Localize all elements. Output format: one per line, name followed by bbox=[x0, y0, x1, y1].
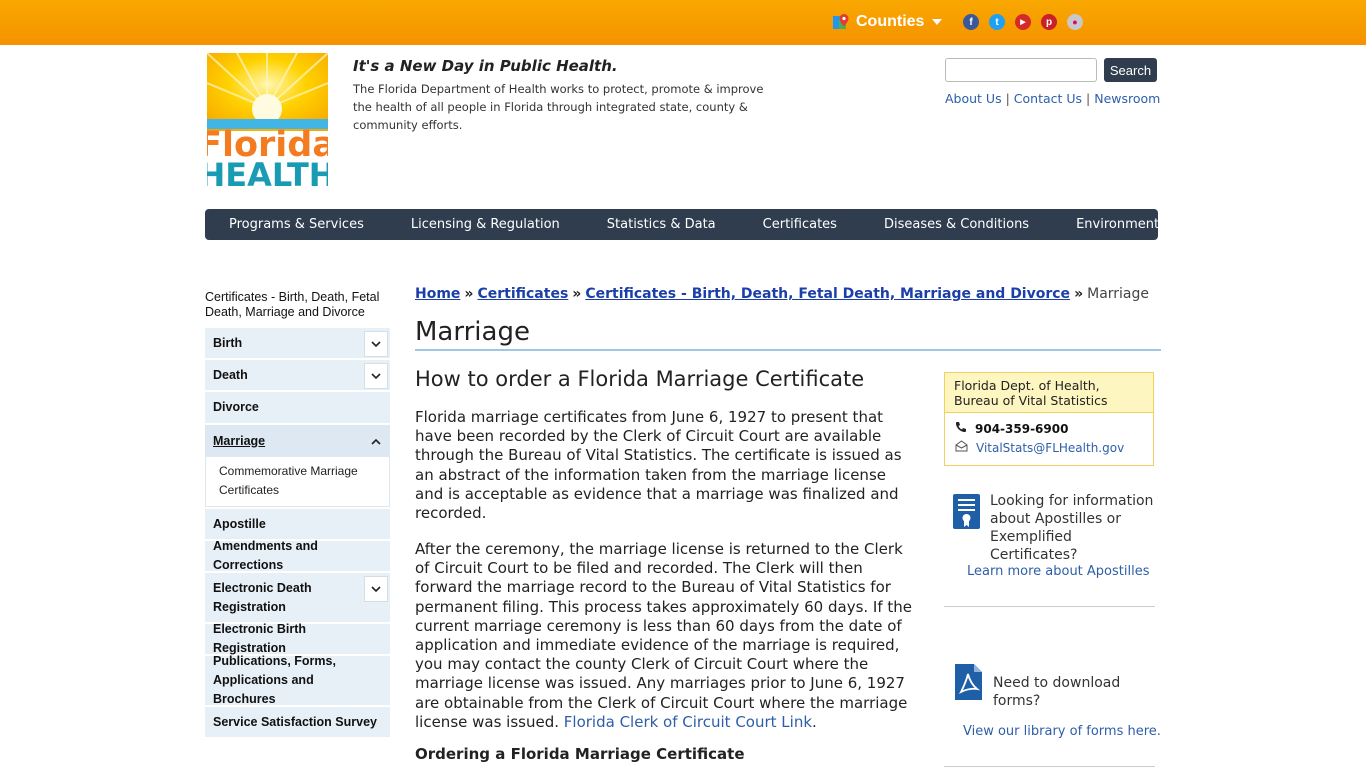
youtube-icon[interactable]: ▶ bbox=[1015, 14, 1031, 30]
utility-links: About Us | Contact Us | Newsroom bbox=[945, 91, 1161, 106]
sidebar-item-label: Birth bbox=[213, 335, 243, 350]
breadcrumb: Home» Certificates» Certificates - Birth, … bbox=[415, 286, 1149, 302]
contact-box: Florida Dept. of Health, Bureau of Vital… bbox=[944, 372, 1154, 466]
nav-programs-services[interactable]: Programs & Services bbox=[205, 217, 387, 232]
mail-icon bbox=[955, 440, 968, 455]
sidebar-item-marriage[interactable]: Marriage bbox=[205, 425, 390, 457]
nav-statistics-data[interactable]: Statistics & Data bbox=[583, 217, 739, 232]
flickr-icon[interactable]: ● bbox=[1067, 14, 1083, 30]
forms-promo-text: Need to download forms? bbox=[993, 675, 1121, 709]
ordering-heading: Ordering a Florida Marriage Certificate bbox=[415, 745, 745, 763]
forms-library-link[interactable]: View our library of forms here. bbox=[963, 724, 1161, 739]
intro-paragraph: Florida marriage certificates from June … bbox=[415, 408, 902, 523]
contact-email: VitalStats@FLHealth.gov bbox=[955, 440, 1124, 455]
newsroom-link[interactable]: Newsroom bbox=[1094, 91, 1160, 106]
counties-dropdown[interactable]: Counties bbox=[832, 11, 943, 33]
contact-phone: 904-359-6900 bbox=[955, 421, 1068, 436]
section-heading: How to order a Florida Marriage Certific… bbox=[415, 367, 865, 391]
facebook-icon[interactable]: f bbox=[963, 14, 979, 30]
sidebar-item-electronic-death[interactable]: Electronic Death Registration bbox=[205, 573, 390, 624]
pinterest-icon[interactable]: p bbox=[1041, 14, 1057, 30]
process-paragraph: After the ceremony, the marriage license… bbox=[415, 540, 913, 732]
breadcrumb-section[interactable]: Certificates - Birth, Death, Fetal Death… bbox=[585, 286, 1070, 302]
sidebar-item-label: Death bbox=[213, 367, 248, 382]
breadcrumb-separator: » bbox=[1074, 286, 1084, 302]
sidebar-item-label: Marriage bbox=[213, 433, 266, 448]
chevron-up-icon[interactable] bbox=[364, 428, 388, 454]
chevron-down-icon[interactable] bbox=[364, 576, 388, 602]
sidebar-item-death[interactable]: Death bbox=[205, 360, 390, 392]
title-divider bbox=[415, 349, 1161, 351]
nav-environmental-health[interactable]: Environmental Health bbox=[1052, 217, 1240, 232]
map-pin-icon bbox=[832, 13, 850, 31]
sidebar-nav: Birth Death Divorce Marriage Commemorati… bbox=[205, 328, 390, 739]
nav-diseases-conditions[interactable]: Diseases & Conditions bbox=[860, 217, 1052, 232]
sidebar-item-label: Publications, Forms, Applications and Br… bbox=[213, 654, 336, 706]
sidebar-item-label: Apostille bbox=[213, 516, 266, 531]
sidebar-item-survey[interactable]: Service Satisfaction Survey bbox=[205, 707, 390, 739]
process-text-end: . bbox=[812, 712, 817, 731]
breadcrumb-separator: » bbox=[572, 286, 582, 302]
contact-us-link[interactable]: Contact Us bbox=[1014, 91, 1082, 106]
sidebar-title: Certificates - Birth, Death, Fetal Death… bbox=[205, 290, 380, 319]
sidebar-item-label: Divorce bbox=[213, 400, 259, 414]
phone-icon bbox=[955, 421, 967, 436]
chevron-down-icon[interactable] bbox=[364, 363, 388, 389]
search-input[interactable] bbox=[945, 58, 1097, 82]
sidebar-item-divorce[interactable]: Divorce bbox=[205, 392, 390, 425]
breadcrumb-certificates[interactable]: Certificates bbox=[477, 286, 568, 302]
page-title: Marriage bbox=[415, 317, 530, 347]
breadcrumb-separator: » bbox=[464, 286, 474, 302]
pdf-icon bbox=[955, 664, 982, 704]
process-text: After the ceremony, the marriage license… bbox=[415, 540, 913, 731]
counties-label: Counties bbox=[856, 13, 925, 30]
divider bbox=[944, 766, 1155, 767]
search-button[interactable]: Search bbox=[1104, 58, 1157, 82]
chevron-down-icon[interactable] bbox=[364, 331, 388, 357]
sidebar-subitem-commemorative[interactable]: Commemorative Marriage Certificates bbox=[205, 457, 390, 507]
contact-name: Florida Dept. of Health, Bureau of Vital… bbox=[945, 373, 1153, 413]
sidebar-item-label: Electronic Death Registration bbox=[213, 580, 312, 614]
sidebar-item-publications[interactable]: Publications, Forms, Applications and Br… bbox=[205, 654, 390, 707]
top-bar: Counties f t ▶ p ● bbox=[0, 0, 1366, 45]
clerk-circuit-court-link[interactable]: Florida Clerk of Circuit Court Link bbox=[564, 713, 812, 731]
email-link[interactable]: VitalStats@FLHealth.gov bbox=[976, 441, 1124, 455]
main-navigation: Programs & Services Licensing & Regulati… bbox=[205, 209, 1218, 240]
breadcrumb-home[interactable]: Home bbox=[415, 286, 460, 302]
nav-licensing-regulation[interactable]: Licensing & Regulation bbox=[387, 217, 583, 232]
chevron-down-icon bbox=[932, 19, 943, 25]
about-us-link[interactable]: About Us bbox=[945, 91, 1002, 106]
sidebar-item-amendments[interactable]: Amendments and Corrections bbox=[205, 539, 390, 573]
certificate-icon bbox=[953, 494, 980, 533]
florida-health-logo[interactable]: Florida HEALTH bbox=[198, 52, 336, 194]
sidebar-item-label: Service Satisfaction Survey bbox=[213, 714, 377, 729]
sidebar-item-label: Amendments and Corrections bbox=[213, 539, 318, 572]
apostille-promo-text: Looking for information about Apostilles… bbox=[990, 493, 1154, 563]
mission-statement: The Florida Department of Health works t… bbox=[353, 82, 764, 132]
sidebar-item-birth[interactable]: Birth bbox=[205, 328, 390, 360]
nav-certificates[interactable]: Certificates bbox=[739, 217, 860, 232]
twitter-icon[interactable]: t bbox=[989, 14, 1005, 30]
divider bbox=[944, 606, 1155, 607]
breadcrumb-current: Marriage bbox=[1087, 286, 1150, 302]
svg-text:HEALTH: HEALTH bbox=[207, 156, 328, 188]
tagline: It's a New Day in Public Health. bbox=[353, 57, 618, 75]
phone-number: 904-359-6900 bbox=[975, 421, 1069, 436]
apostilles-link[interactable]: Learn more about Apostilles bbox=[967, 564, 1150, 579]
